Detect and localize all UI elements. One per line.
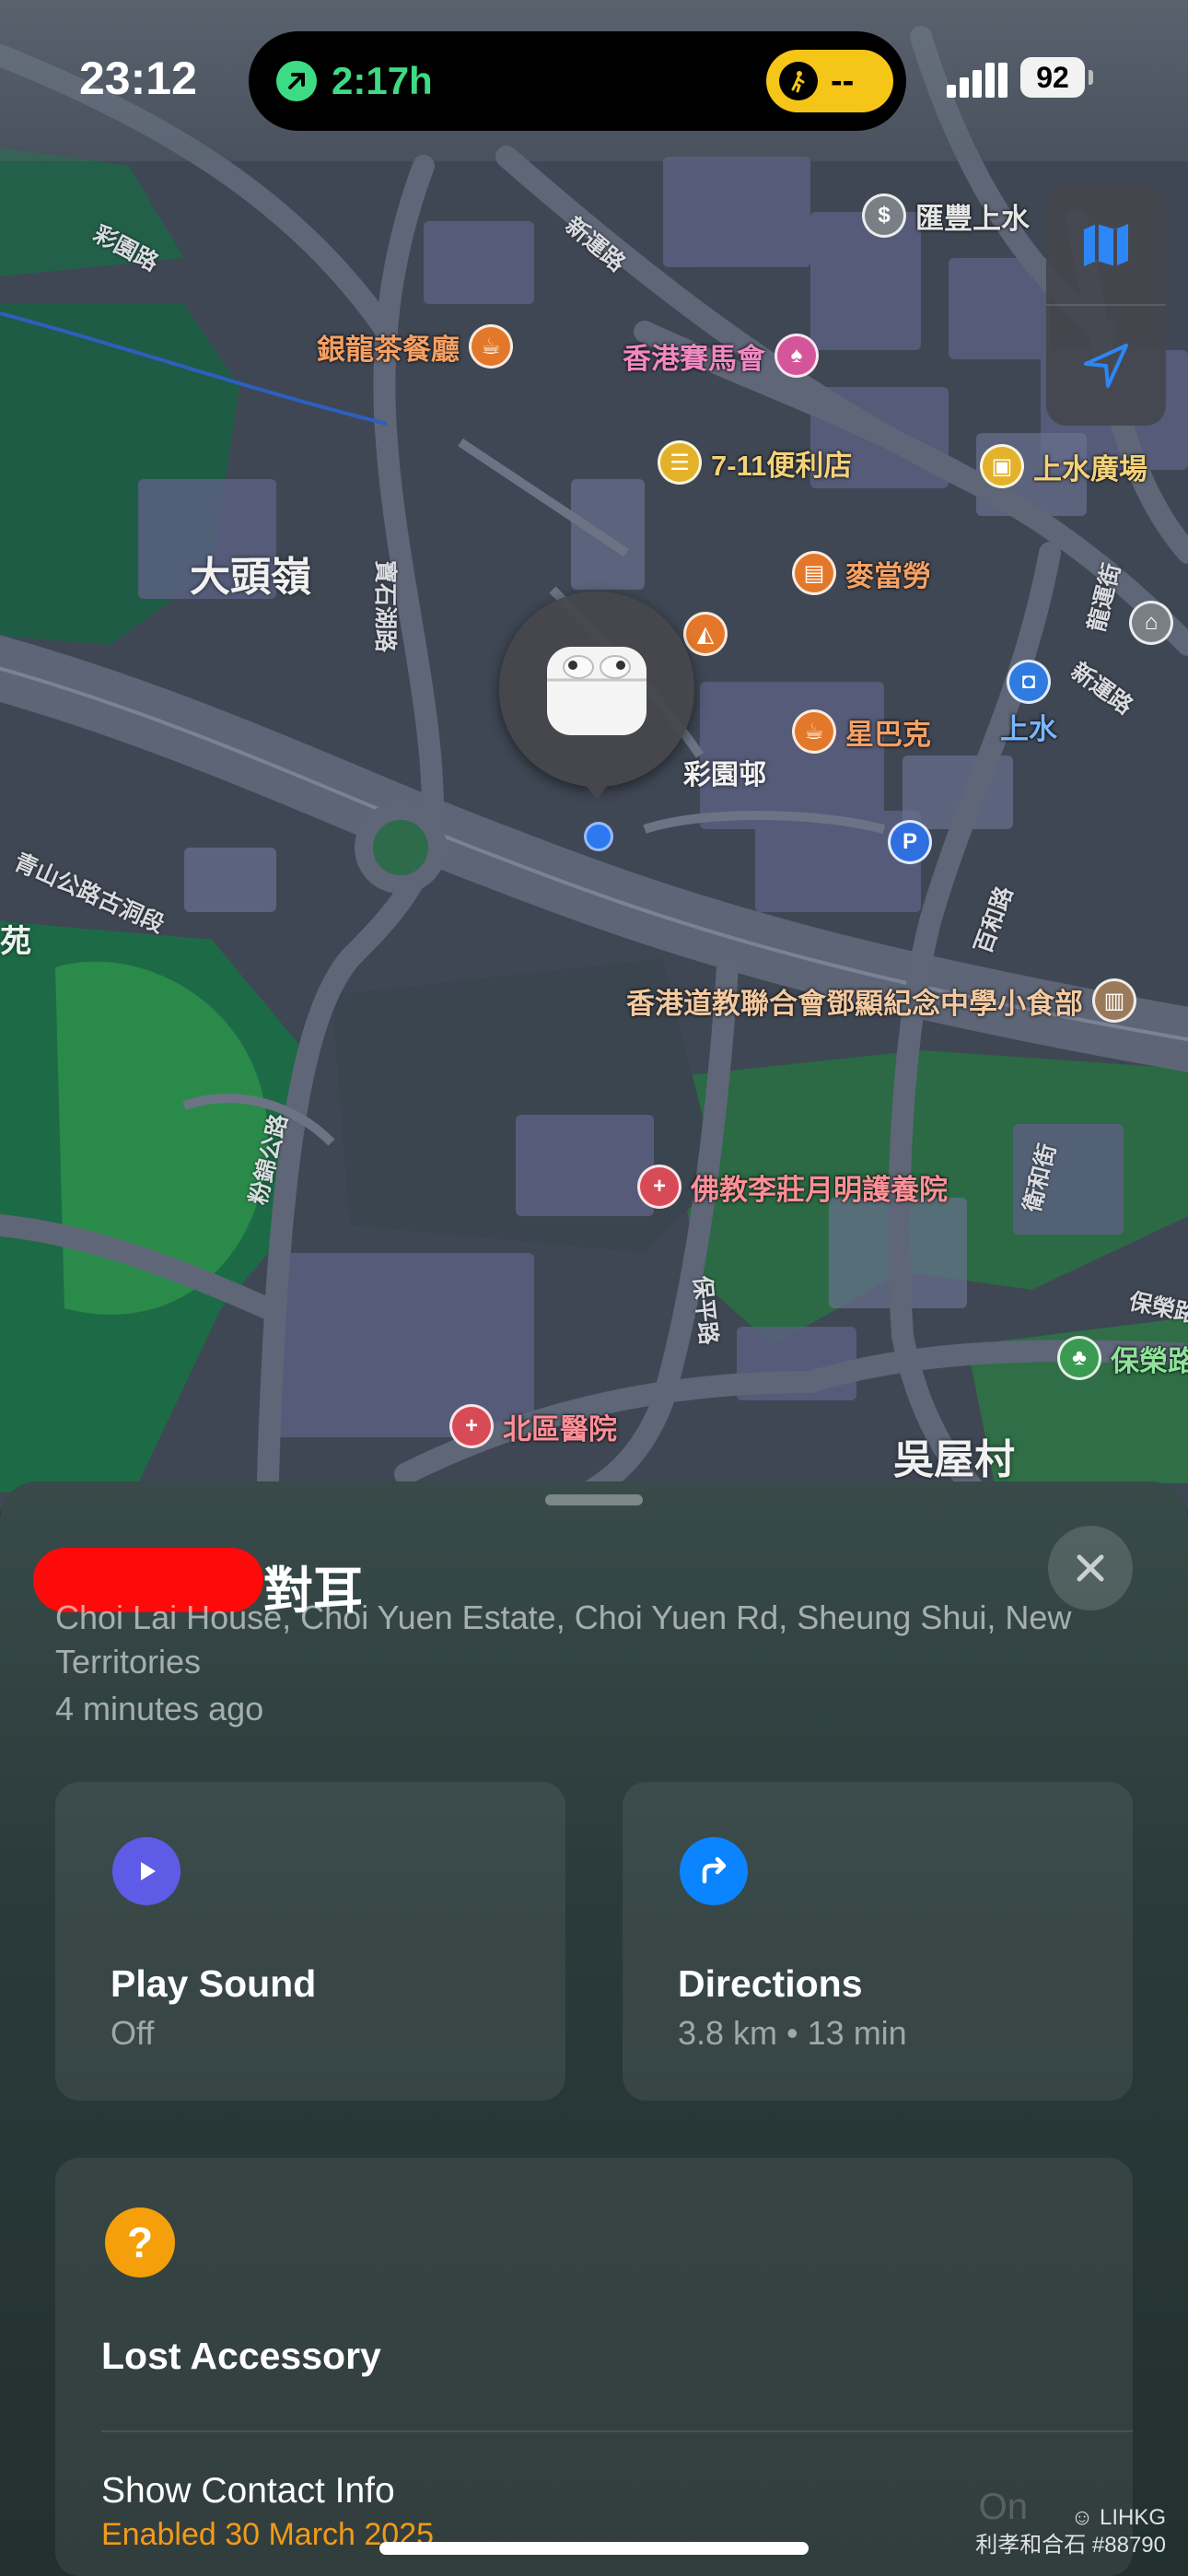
building-label: 彩園邨 xyxy=(683,760,766,790)
poi-jockey-club[interactable]: ♠ 香港賽馬會 xyxy=(623,334,819,378)
lost-accessory-title: Lost Accessory xyxy=(101,2335,381,2377)
watermark-brand: LIHKG xyxy=(1099,2505,1166,2530)
watermark: On ☺ LIHKG 利孝和合石 #88790 xyxy=(975,2488,1166,2559)
directions-title: Directions xyxy=(678,1962,863,2005)
poi-parking[interactable]: P xyxy=(888,820,932,864)
sheet-grabber[interactable] xyxy=(545,1494,643,1505)
walking-person-icon xyxy=(779,62,818,100)
area-label-ng-uk-tsuen: 吳屋村 xyxy=(893,1437,1015,1482)
coffee-icon: ☕ xyxy=(469,324,513,369)
map-controls xyxy=(1046,184,1166,426)
play-sound-status: Off xyxy=(111,2014,155,2052)
poi-landmark-north[interactable]: ▣ 上水廣場 xyxy=(980,444,1147,488)
location-arrow-icon xyxy=(1084,344,1128,388)
parking-icon: P xyxy=(888,820,932,864)
watermark-faint-text: On xyxy=(978,2487,1028,2527)
poi-park[interactable]: ♣ 保榮路 xyxy=(1057,1336,1188,1380)
poi-school-tuck-shop[interactable]: ▥ 香港道教聯合會鄧顯紀念中學小食部 xyxy=(626,978,1136,1023)
area-label-partial: 苑 xyxy=(0,924,31,959)
play-icon xyxy=(112,1837,181,1905)
landmark-icon: ⌂ xyxy=(1129,601,1173,645)
school-icon: ▥ xyxy=(1092,978,1136,1023)
coffee-icon: ☕ xyxy=(792,709,836,754)
close-icon xyxy=(1077,1554,1104,1582)
watermark-user: 利孝和合石 #88790 xyxy=(975,2533,1166,2558)
poi-starbucks[interactable]: ☕ 星巴克 xyxy=(792,709,931,754)
poi-restaurant[interactable]: ☕ 銀龍茶餐廳 xyxy=(317,324,513,369)
play-sound-card[interactable]: Play Sound Off xyxy=(55,1782,565,2101)
lost-accessory-card: ? Lost Accessory Show Contact Info Enabl… xyxy=(55,2158,1133,2576)
smiley-icon: ☺ xyxy=(1070,2505,1094,2530)
poi-landmark-dome[interactable]: ⌂ xyxy=(1129,601,1173,645)
home-indicator[interactable] xyxy=(379,2542,809,2555)
bank-icon: $ xyxy=(862,193,906,238)
park-icon: ♣ xyxy=(1057,1336,1101,1380)
battery-tip xyxy=(1089,70,1093,85)
status-bar: 23:12 2:17h -- 92 xyxy=(0,0,1188,161)
road-label: 保平路 xyxy=(688,1274,722,1346)
walking-status-pill: -- xyxy=(766,50,893,112)
dynamic-island[interactable]: 2:17h -- xyxy=(249,31,906,131)
map-mode-button[interactable] xyxy=(1046,184,1166,304)
fast-food-icon: ▤ xyxy=(792,551,836,595)
area-label-tai-tau-leng: 大頭嶺 xyxy=(190,555,311,600)
poi-north-district-hospital[interactable]: + 北區醫院 xyxy=(449,1404,617,1448)
poi-mcdonalds[interactable]: ▤ 麥當勞 xyxy=(792,551,931,595)
poi-sheung-shui-station[interactable]: ◘ 上水 xyxy=(1000,660,1057,747)
turn-right-arrow-icon xyxy=(680,1837,748,1905)
battery-indicator: 92 xyxy=(1020,57,1085,98)
map-icon xyxy=(1084,224,1128,266)
poi-hsbc[interactable]: $ 匯豐上水 xyxy=(862,193,1030,238)
hospital-icon: + xyxy=(449,1404,494,1448)
medical-icon: + xyxy=(637,1165,681,1209)
pin-tail xyxy=(578,776,615,800)
divider xyxy=(101,2430,1133,2432)
shopping-bag-icon: ▣ xyxy=(980,444,1024,488)
show-contact-info-row[interactable]: Show Contact Info xyxy=(101,2471,395,2512)
navigation-arrow-icon xyxy=(276,61,317,101)
device-location-dot xyxy=(584,822,613,851)
map-view[interactable]: 大頭嶺 吳屋村 苑 彩園路 新運路 寶石湖路 青山公路古洞段 粉錦公路 保平路 … xyxy=(0,0,1188,1511)
train-station-icon: ◘ xyxy=(1007,660,1051,704)
question-icon: ? xyxy=(105,2207,175,2277)
status-time: 23:12 xyxy=(79,53,197,104)
device-address: Choi Lai House, Choi Yuen Estate, Choi Y… xyxy=(55,1598,1072,1680)
device-detail-sheet[interactable]: 對耳 Choi Lai House, Choi Yuen Estate, Cho… xyxy=(0,1481,1188,2576)
directions-card[interactable]: Directions 3.8 km • 13 min xyxy=(623,1782,1133,2101)
poi-nursing-home[interactable]: + 佛教李莊月明護養院 xyxy=(637,1165,948,1209)
poi-7-eleven[interactable]: ☰ 7-11便利店 xyxy=(658,440,852,485)
play-sound-title: Play Sound xyxy=(111,1962,317,2005)
current-location-button[interactable] xyxy=(1046,306,1166,426)
cellular-signal-icon xyxy=(947,63,1007,98)
island-timer: 2:17h xyxy=(332,59,433,102)
directions-distance-time: 3.8 km • 13 min xyxy=(678,2014,907,2052)
horse-racing-icon: ♠ xyxy=(775,334,819,378)
last-updated: 4 minutes ago xyxy=(55,1690,264,1727)
road-label: 寶石湖路 xyxy=(372,559,399,653)
airpods-icon xyxy=(547,647,646,735)
store-icon: ☰ xyxy=(658,440,702,485)
airpods-location-pin[interactable] xyxy=(499,591,694,787)
